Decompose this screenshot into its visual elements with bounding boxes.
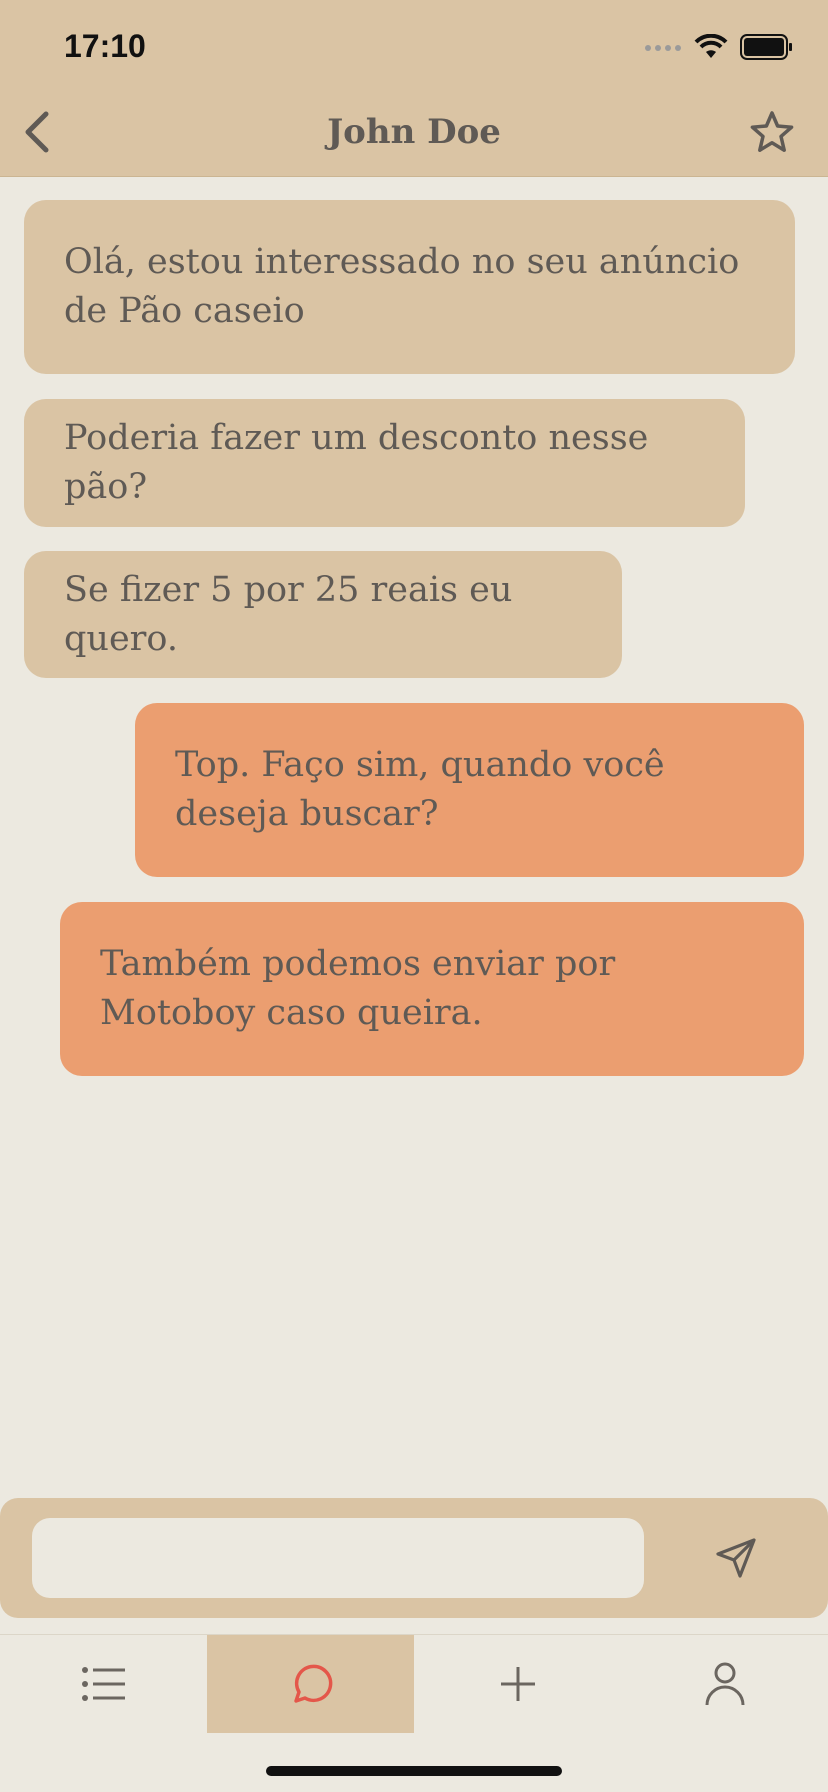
tab-chat[interactable]: [207, 1635, 414, 1733]
message-text: Olá, estou interessado no seu anúncio de…: [64, 242, 740, 331]
message-bubble-outgoing: Também podemos enviar por Motoboy caso q…: [60, 902, 804, 1076]
chat-header: John Doe: [0, 88, 828, 177]
message-text: Se fizer 5 por 25 reais eu quero.: [64, 569, 513, 659]
chat-bubble-icon: [293, 1664, 332, 1703]
message-bubble-incoming: Poderia fazer um desconto nesse pão?: [24, 399, 745, 527]
star-icon: [750, 111, 794, 152]
tab-profile[interactable]: [621, 1635, 828, 1733]
status-time: 17:10: [64, 28, 146, 64]
message-composer: [0, 1498, 828, 1618]
tab-bar: [0, 1634, 828, 1733]
status-bar: 17:10: [0, 0, 828, 88]
list-icon: [81, 1667, 125, 1701]
page-title: John Doe: [327, 112, 501, 152]
battery-icon: [740, 34, 792, 60]
tab-add[interactable]: [414, 1635, 621, 1733]
wifi-icon: [694, 34, 728, 58]
message-bubble-incoming: Se fizer 5 por 25 reais eu quero.: [24, 551, 622, 678]
message-text: Também podemos enviar por Motoboy caso q…: [100, 944, 616, 1033]
signal-icon: [645, 45, 681, 51]
send-button[interactable]: [704, 1528, 768, 1588]
message-input[interactable]: [32, 1518, 644, 1598]
status-icons: [644, 34, 794, 60]
tab-list[interactable]: [0, 1635, 207, 1733]
message-text: Top. Faço sim, quando você deseja buscar…: [175, 745, 665, 834]
message-bubble-incoming: Olá, estou interessado no seu anúncio de…: [24, 200, 795, 374]
user-icon: [705, 1662, 744, 1706]
send-icon: [716, 1538, 756, 1578]
message-bubble-outgoing: Top. Faço sim, quando você deseja buscar…: [135, 703, 804, 877]
favorite-button[interactable]: [746, 106, 798, 158]
plus-icon: [500, 1667, 535, 1701]
home-indicator: [266, 1766, 562, 1776]
message-text: Poderia fazer um desconto nesse pão?: [64, 418, 649, 507]
